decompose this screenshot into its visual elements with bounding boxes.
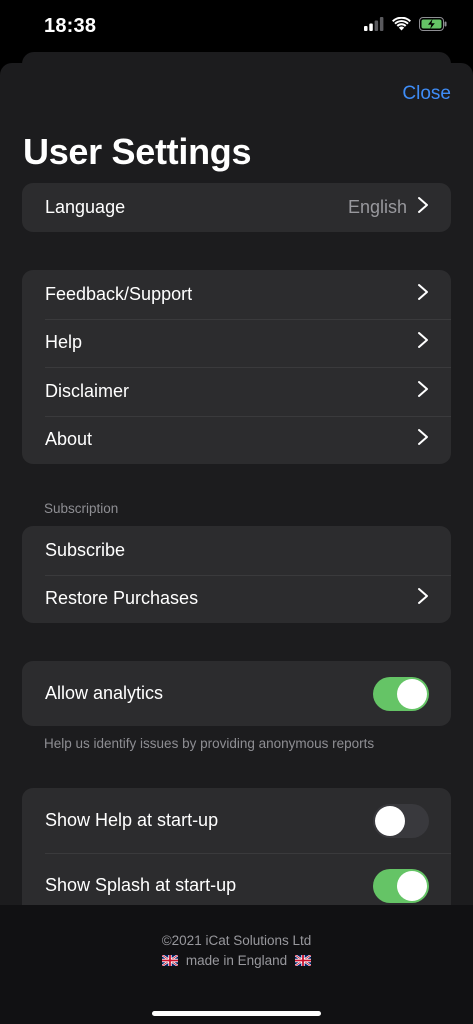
toggle-knob [397,678,427,709]
restore-purchases-label: Restore Purchases [45,588,199,609]
chevron-right-icon [417,380,429,403]
subscription-section-header: Subscription [44,501,119,516]
restore-purchases-row[interactable]: Restore Purchases [22,574,451,624]
made-in-line: made in England [0,953,473,968]
show-help-startup-label: Show Help at start-up [45,810,219,830]
status-time: 18:38 [44,15,97,37]
list-item-feedback-support[interactable]: Feedback/Support [22,270,451,319]
info-group: Feedback/Support Help Disclaimer About [22,270,451,464]
chevron-right-icon [417,283,429,306]
language-row[interactable]: Language English [22,183,451,232]
list-item-label: Disclaimer [45,380,130,401]
list-item-label: Help [45,332,83,353]
settings-sheet: Close User Settings Language English Fee… [0,63,473,1024]
analytics-toggle[interactable] [373,676,429,711]
list-item-label: Feedback/Support [45,283,193,304]
show-help-startup-row: Show Help at start-up [22,788,451,853]
list-item-about[interactable]: About [22,415,451,465]
wifi-icon [392,16,411,36]
subscribe-row[interactable]: Subscribe [22,526,451,575]
close-button[interactable]: Close [402,83,451,105]
uk-flag-icon [162,953,182,968]
chevron-right-icon [417,196,429,219]
home-indicator[interactable] [152,1011,321,1016]
battery-charging-icon [419,16,447,36]
chevron-right-icon [417,587,429,610]
made-in-text: made in England [185,953,288,968]
list-item-label: About [45,429,93,450]
subscribe-label: Subscribe [45,539,126,560]
subscription-group: Subscribe Restore Purchases [22,526,451,623]
chevron-right-icon [417,428,429,451]
page-title: User Settings [23,131,252,172]
analytics-footer: Help us identify issues by providing ano… [44,736,375,751]
language-value: English [347,196,407,217]
uk-flag-icon [294,953,311,968]
analytics-label: Allow analytics [45,683,164,703]
list-item-disclaimer[interactable]: Disclaimer [22,367,451,416]
status-bar: 18:38 [0,0,473,52]
status-icons [364,16,447,36]
analytics-row: Allow analytics [22,661,451,726]
show-splash-startup-toggle[interactable] [373,868,429,903]
language-label: Language [45,196,126,217]
language-group: Language English [22,183,451,232]
chevron-right-icon [417,331,429,354]
show-help-startup-toggle[interactable] [373,803,429,838]
toggle-knob [397,870,427,901]
analytics-group: Allow analytics [22,661,451,726]
copyright-text: ©2021 iCat Solutions Ltd [161,933,312,948]
toggle-knob [375,805,405,836]
list-item-help[interactable]: Help [22,318,451,368]
startup-group: Show Help at start-up Show Splash at sta… [22,788,451,918]
show-splash-startup-label: Show Splash at start-up [45,875,237,895]
signal-icon [364,16,384,36]
footer: ©2021 iCat Solutions Ltd made in England [0,905,473,1024]
